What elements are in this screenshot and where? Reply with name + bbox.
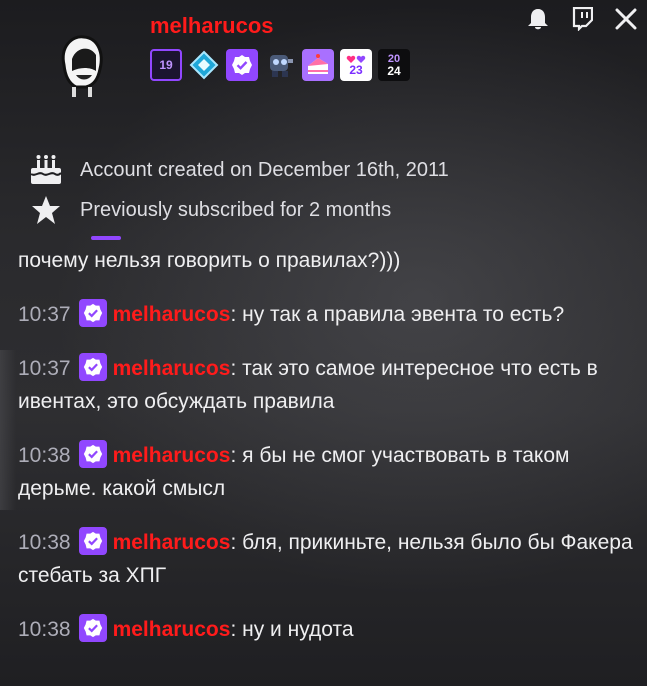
- chat-message: 10:37 melharucos: так это самое интересно…: [18, 352, 643, 418]
- message-text: : ну так а правила эвента то есть?: [230, 303, 565, 326]
- header-actions: [525, 6, 639, 32]
- subscription-row: Previously subscribed for 2 months: [28, 190, 449, 230]
- message-username[interactable]: melharucos: [113, 303, 231, 326]
- hearts-2023-badge[interactable]: 23: [340, 49, 372, 81]
- verified-icon[interactable]: [78, 299, 107, 327]
- cake-badge[interactable]: [302, 49, 334, 81]
- chat-message: 10:38 melharucos: ну и нудота: [18, 613, 643, 646]
- message-timestamp: 10:38: [18, 531, 71, 554]
- verified-icon[interactable]: [78, 353, 107, 381]
- avatar[interactable]: [50, 25, 114, 99]
- verified-icon[interactable]: [78, 440, 107, 468]
- message-username[interactable]: melharucos: [113, 444, 231, 467]
- year-2024-badge[interactable]: 20 24: [378, 49, 410, 81]
- profile-username[interactable]: melharucos: [150, 13, 274, 39]
- chat-partial-line: почему нельзя говорить о правилах?))): [18, 244, 643, 277]
- message-text: почему нельзя говорить о правилах?))): [18, 249, 401, 272]
- robot-badge[interactable]: [264, 49, 296, 81]
- chat-history: почему нельзя говорить о правилах?))) 10…: [18, 244, 643, 646]
- background-edge: [0, 350, 16, 510]
- account-created-row: Account created on December 16th, 2011: [28, 150, 449, 190]
- verified-icon[interactable]: [78, 527, 107, 555]
- user-card-header: melharucos 19 23 20 24: [0, 0, 647, 130]
- verified-icon[interactable]: [78, 614, 107, 642]
- divider-accent: [91, 236, 121, 240]
- verified-badge[interactable]: [226, 49, 258, 81]
- message-timestamp: 10:38: [18, 444, 71, 467]
- subscriber-19-badge[interactable]: 19: [150, 49, 182, 81]
- message-username[interactable]: melharucos: [113, 618, 231, 641]
- chat-message: 10:38 melharucos: бля, прикиньте, нельзя …: [18, 526, 643, 592]
- badge-list: 19 23 20 24: [150, 49, 410, 81]
- chat-message: 10:38 melharucos: я бы не смог участвоват…: [18, 439, 643, 505]
- subscription-text: Previously subscribed for 2 months: [80, 198, 392, 221]
- cake-icon: [28, 154, 64, 186]
- account-created-text: Account created on December 16th, 2011: [80, 158, 449, 181]
- message-username[interactable]: melharucos: [113, 531, 231, 554]
- message-text: : ну и нудота: [230, 618, 354, 641]
- message-username[interactable]: melharucos: [113, 357, 231, 380]
- chat-message: 10:37 melharucos: ну так а правила эвента…: [18, 298, 643, 331]
- twitch-icon[interactable]: [569, 6, 595, 32]
- star-icon: [28, 194, 64, 226]
- close-icon[interactable]: [613, 6, 639, 32]
- message-text: : бля, прикиньте, нельзя было бы Факера …: [18, 531, 633, 587]
- prime-diamond-badge[interactable]: [188, 49, 220, 81]
- bell-icon[interactable]: [525, 6, 551, 32]
- message-timestamp: 10:37: [18, 357, 71, 380]
- message-timestamp: 10:38: [18, 618, 71, 641]
- message-timestamp: 10:37: [18, 303, 71, 326]
- account-info: Account created on December 16th, 2011 P…: [28, 150, 449, 230]
